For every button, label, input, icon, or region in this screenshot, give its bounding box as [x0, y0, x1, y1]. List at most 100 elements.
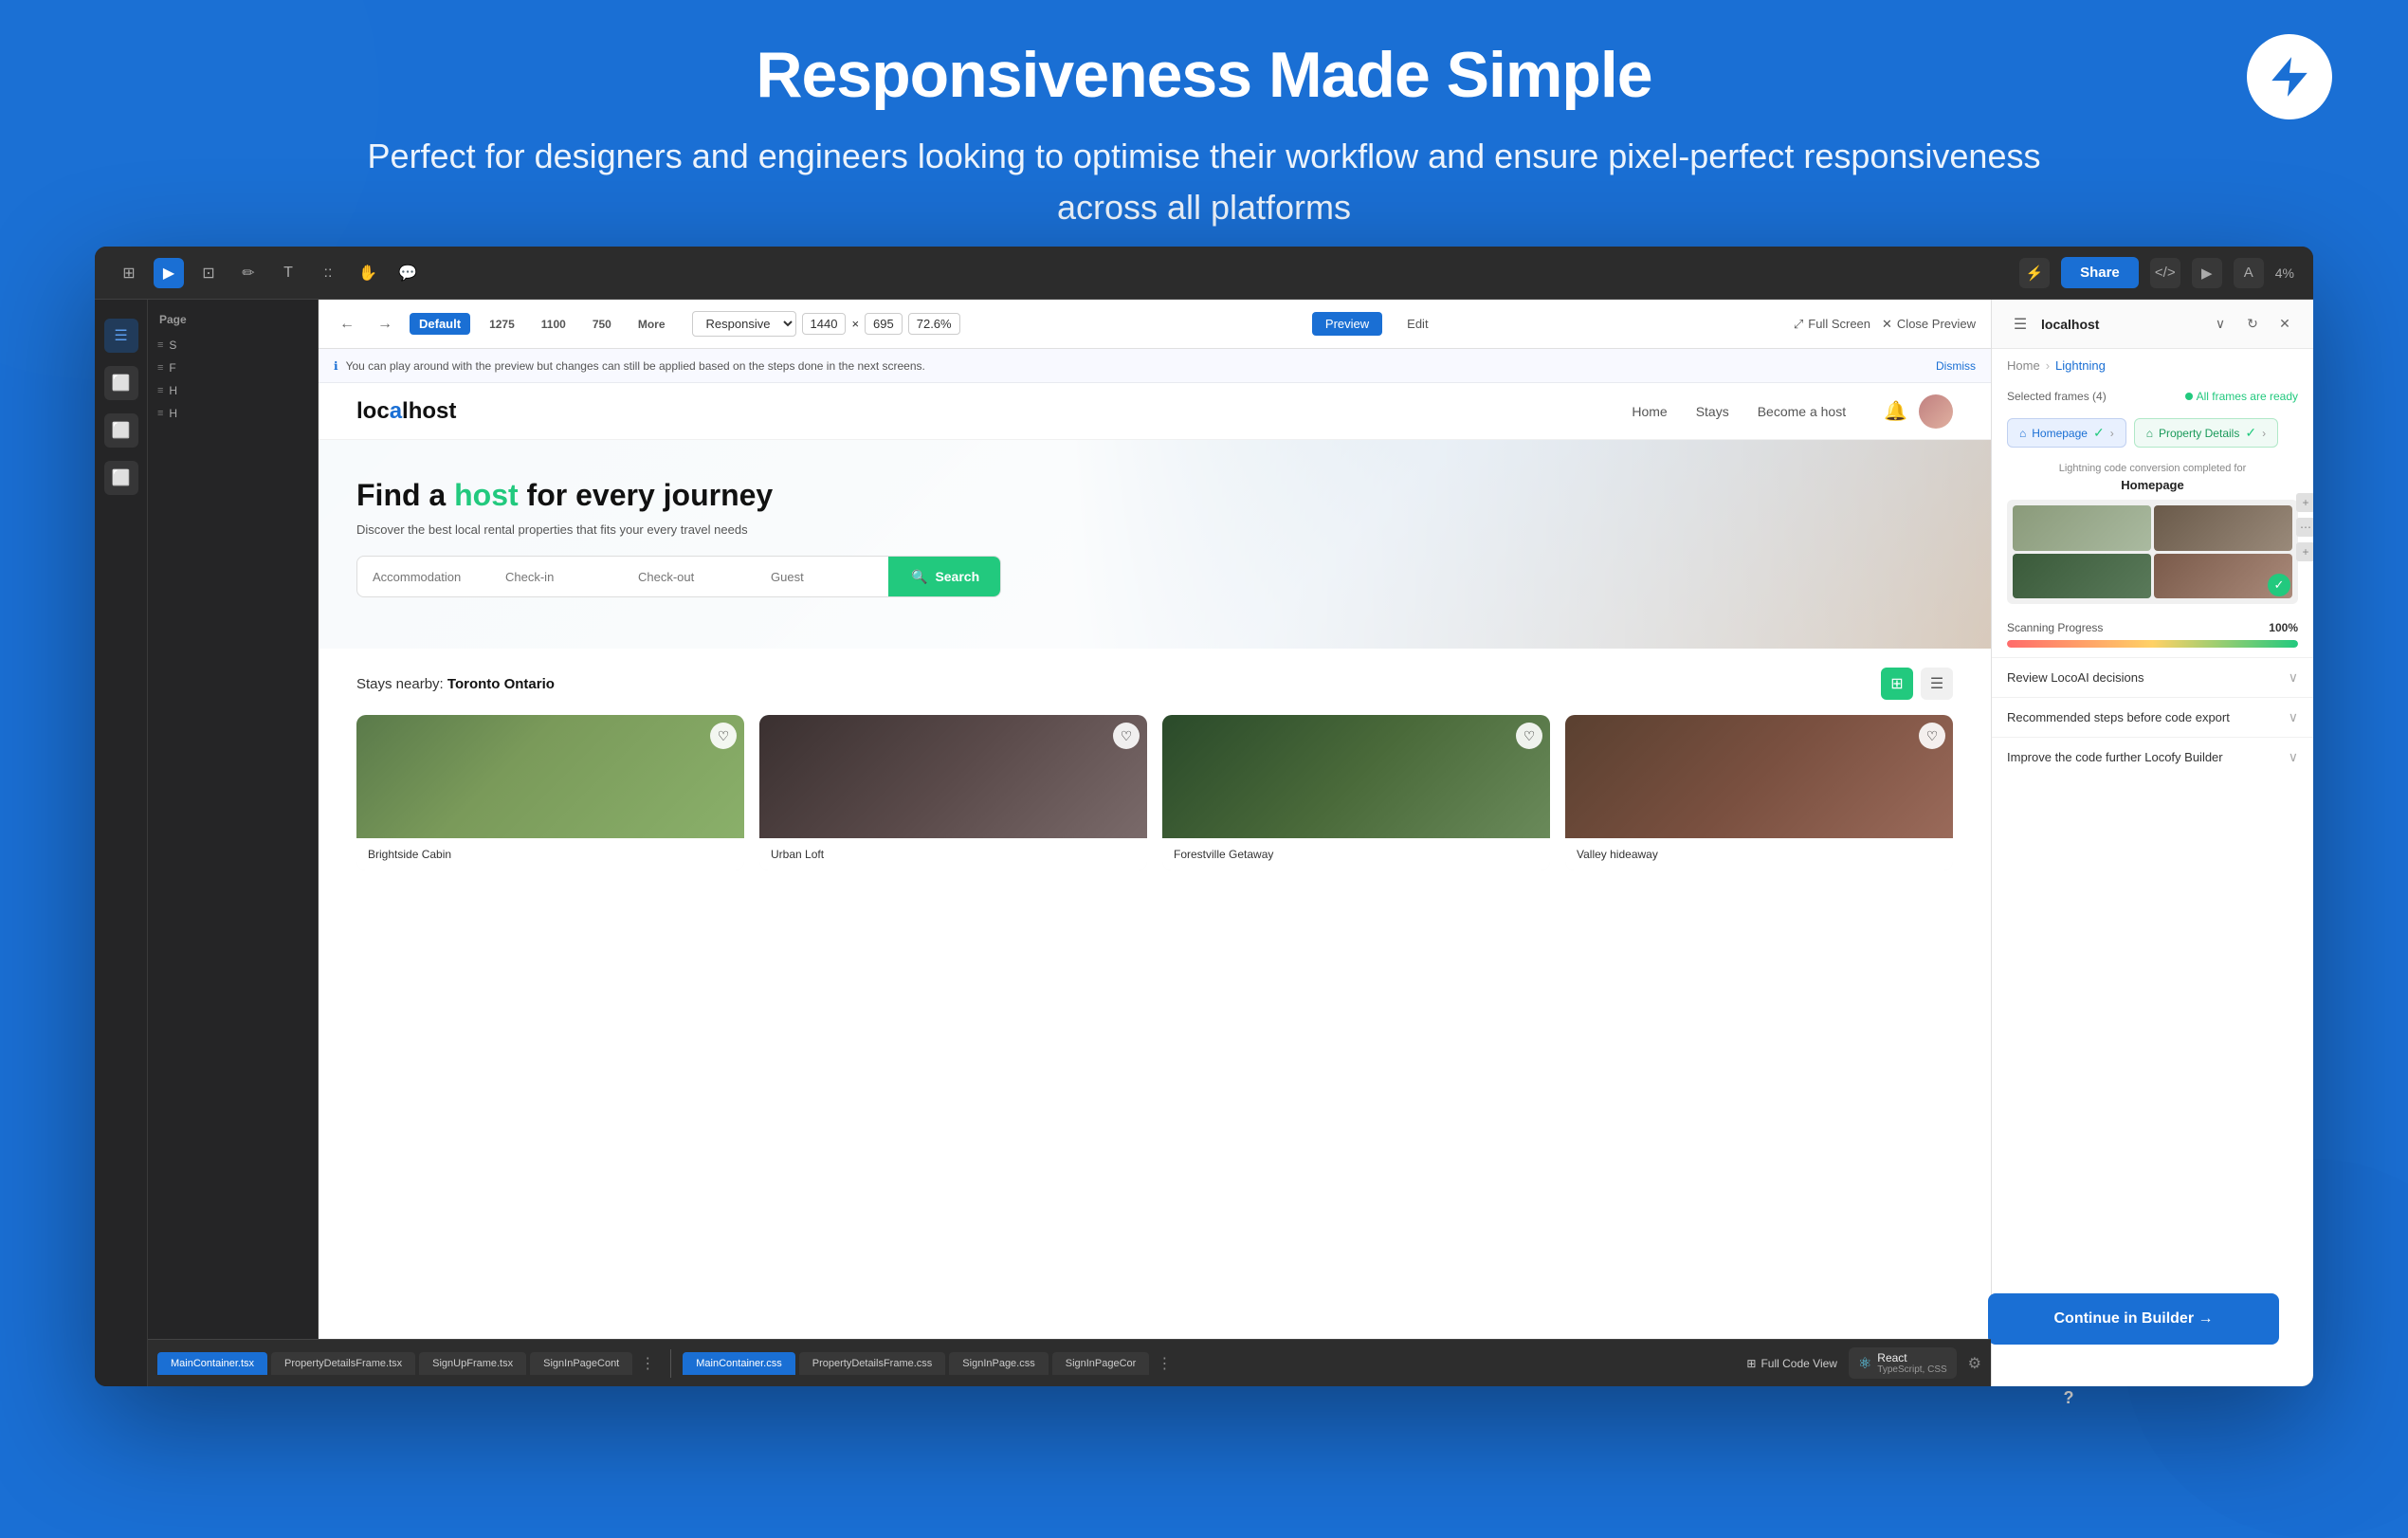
plugin-settings-btn[interactable]: ✕ — [2271, 311, 2298, 338]
comment-tool[interactable]: 💬 — [392, 258, 423, 288]
plugin-refresh-btn[interactable]: ↻ — [2239, 311, 2266, 338]
property-details-css-tab[interactable]: PropertyDetailsFrame.css — [799, 1352, 946, 1375]
signin-css-tab[interactable]: SignInPageCor — [1052, 1352, 1150, 1375]
default-size-btn[interactable]: Default — [410, 313, 470, 335]
continue-btn[interactable]: Continue in Builder → — [1988, 1293, 2279, 1345]
frame-tool[interactable]: ⊡ — [193, 258, 224, 288]
main-container-label: MainContainer.tsx — [171, 1358, 254, 1369]
accommodation-field[interactable] — [357, 557, 490, 596]
panel-spacer — [1992, 777, 2313, 1305]
size-more-btn[interactable]: More — [630, 316, 673, 333]
layer-item-3[interactable]: ≡ H — [148, 379, 318, 402]
more-tabs-btn[interactable]: ⋮ — [636, 1354, 659, 1373]
more-right-tabs-btn[interactable]: ⋮ — [1153, 1354, 1176, 1373]
layer-item-1[interactable]: ≡ S — [148, 334, 318, 357]
breadcrumb-home[interactable]: Home — [2007, 358, 2040, 373]
checkin-field[interactable] — [490, 557, 623, 596]
plugin-menu-btn[interactable]: ☰ — [2007, 311, 2034, 338]
property-details-frame-label: PropertyDetailsFrame.tsx — [284, 1358, 402, 1369]
heart-btn-1[interactable]: ♡ — [710, 723, 737, 749]
thumb-3 — [2013, 554, 2151, 599]
main-container-css-tab[interactable]: MainContainer.css — [683, 1352, 795, 1375]
sidebar-tablet-btn[interactable]: ⬜ — [104, 413, 138, 448]
accordion-improve-header[interactable]: Improve the code further Locofy Builder … — [1992, 738, 2313, 777]
list-view-btn[interactable]: ☰ — [1921, 668, 1953, 700]
layer-item-2[interactable]: ≡ F — [148, 357, 318, 379]
checkout-field[interactable] — [623, 557, 756, 596]
sidebar-desktop-btn[interactable]: ⬜ — [104, 366, 138, 400]
heart-btn-3[interactable]: ♡ — [1516, 723, 1542, 749]
property-details-tab[interactable]: ⌂ Property Details ✓ › — [2134, 418, 2278, 448]
homepage-tab[interactable]: ⌂ Homepage ✓ › — [2007, 418, 2126, 448]
grid-tool[interactable]: :: — [313, 258, 343, 288]
search-btn[interactable]: 🔍 Search — [888, 557, 1001, 596]
code-btn[interactable]: </> — [2150, 258, 2180, 288]
size-1100-btn[interactable]: 1100 — [534, 316, 574, 333]
nav-forward-btn[interactable]: → — [372, 311, 398, 338]
close-preview-btn[interactable]: ✕ Close Preview — [1882, 317, 1976, 332]
property-img-4: ♡ — [1565, 715, 1953, 838]
hero-description: Discover the best local rental propertie… — [356, 522, 1953, 537]
hero-title-highlight: host — [454, 478, 519, 512]
size-1275-btn[interactable]: 1275 — [482, 316, 522, 333]
full-code-view-btn[interactable]: ⊞ Full Code View — [1746, 1357, 1837, 1370]
notification-icon[interactable]: 🔔 — [1884, 399, 1907, 423]
signup-frame-tab[interactable]: SignUpFrame.tsx — [419, 1352, 526, 1375]
zoom-input[interactable]: 72.6% — [908, 313, 960, 335]
close-preview-label: Close Preview — [1897, 317, 1976, 331]
main-container-tab[interactable]: MainContainer.tsx — [157, 1352, 267, 1375]
breadcrumb-lightning[interactable]: Lightning — [2055, 358, 2106, 373]
main-content: Page ≡ S ≡ F ≡ H ≡ H ← → — [148, 300, 2313, 1386]
grid-view-btn[interactable]: ⊞ — [1881, 668, 1913, 700]
nav-back-btn[interactable]: ← — [334, 311, 360, 338]
plugin-actions: ∨ ↻ ✕ — [2207, 311, 2298, 338]
layers-tool[interactable]: ⊞ — [114, 258, 144, 288]
text-tool[interactable]: T — [273, 258, 303, 288]
signup-css-tab[interactable]: SignInPage.css — [949, 1352, 1048, 1375]
heart-btn-4[interactable]: ♡ — [1919, 723, 1945, 749]
layer-label-3: H — [169, 384, 177, 397]
property-tab-icon: ⌂ — [2146, 427, 2153, 440]
expand-up-btn[interactable]: + — [2296, 493, 2313, 512]
code-settings-btn[interactable]: ⚙ — [1968, 1354, 1981, 1373]
move-tool[interactable]: ▶ — [154, 258, 184, 288]
pen-tool[interactable]: ✏ — [233, 258, 264, 288]
hand-tool[interactable]: ✋ — [353, 258, 383, 288]
expand-mid-btn[interactable]: ⋯ — [2296, 518, 2313, 537]
height-input[interactable]: 695 — [865, 313, 903, 335]
width-input[interactable]: 1440 — [802, 313, 847, 335]
size-750-btn[interactable]: 750 — [585, 316, 619, 333]
accordion-review-header[interactable]: Review LocoAI decisions ∨ — [1992, 658, 2313, 697]
continue-label: Continue in Builder → — [2054, 1310, 2214, 1327]
sidebar-layers-btn[interactable]: ☰ — [104, 319, 138, 353]
size-num-1100: 1100 — [541, 318, 566, 331]
hero-heading: Find a host for every journey — [356, 478, 1953, 513]
share-button[interactable]: Share — [2061, 257, 2139, 288]
play-btn[interactable]: ▶ — [2192, 258, 2222, 288]
accordion-steps-header[interactable]: Recommended steps before code export ∨ — [1992, 698, 2313, 737]
frames-info: Selected frames (4) All frames are ready — [1992, 382, 2313, 411]
edit-mode-btn[interactable]: Edit — [1394, 312, 1441, 336]
responsive-dropdown[interactable]: Responsive — [692, 311, 796, 337]
signin-page-tab[interactable]: SignInPageCont — [530, 1352, 632, 1375]
preview-mode-btn[interactable]: Preview — [1312, 312, 1382, 336]
layers-panel: Page ≡ S ≡ F ≡ H ≡ H — [148, 300, 319, 1386]
user-avatar[interactable] — [1919, 394, 1953, 429]
layer-icon: ≡ — [157, 339, 163, 351]
heart-btn-2[interactable]: ♡ — [1113, 723, 1140, 749]
sidebar-mobile-btn[interactable]: ⬜ — [104, 461, 138, 495]
nav-stays[interactable]: Stays — [1696, 404, 1729, 419]
nav-home[interactable]: Home — [1632, 404, 1667, 419]
property-card-4: ♡ Valley hideaway — [1565, 715, 1953, 870]
guest-field[interactable] — [756, 557, 888, 596]
nav-become-host[interactable]: Become a host — [1758, 404, 1846, 419]
fullscreen-btn[interactable]: ⤢ Full Screen — [1794, 317, 1870, 332]
expand-down-btn[interactable]: + — [2296, 542, 2313, 561]
property-details-frame-tab[interactable]: PropertyDetailsFrame.tsx — [271, 1352, 415, 1375]
lightning-menu-btn[interactable]: ⚡ — [2019, 258, 2050, 288]
prototype-btn[interactable]: A — [2234, 258, 2264, 288]
left-code-tabs: MainContainer.tsx PropertyDetailsFrame.t… — [157, 1352, 659, 1375]
plugin-dropdown-btn[interactable]: ∨ — [2207, 311, 2234, 338]
dismiss-btn[interactable]: Dismiss — [1936, 359, 1976, 373]
layer-item-4[interactable]: ≡ H — [148, 402, 318, 425]
